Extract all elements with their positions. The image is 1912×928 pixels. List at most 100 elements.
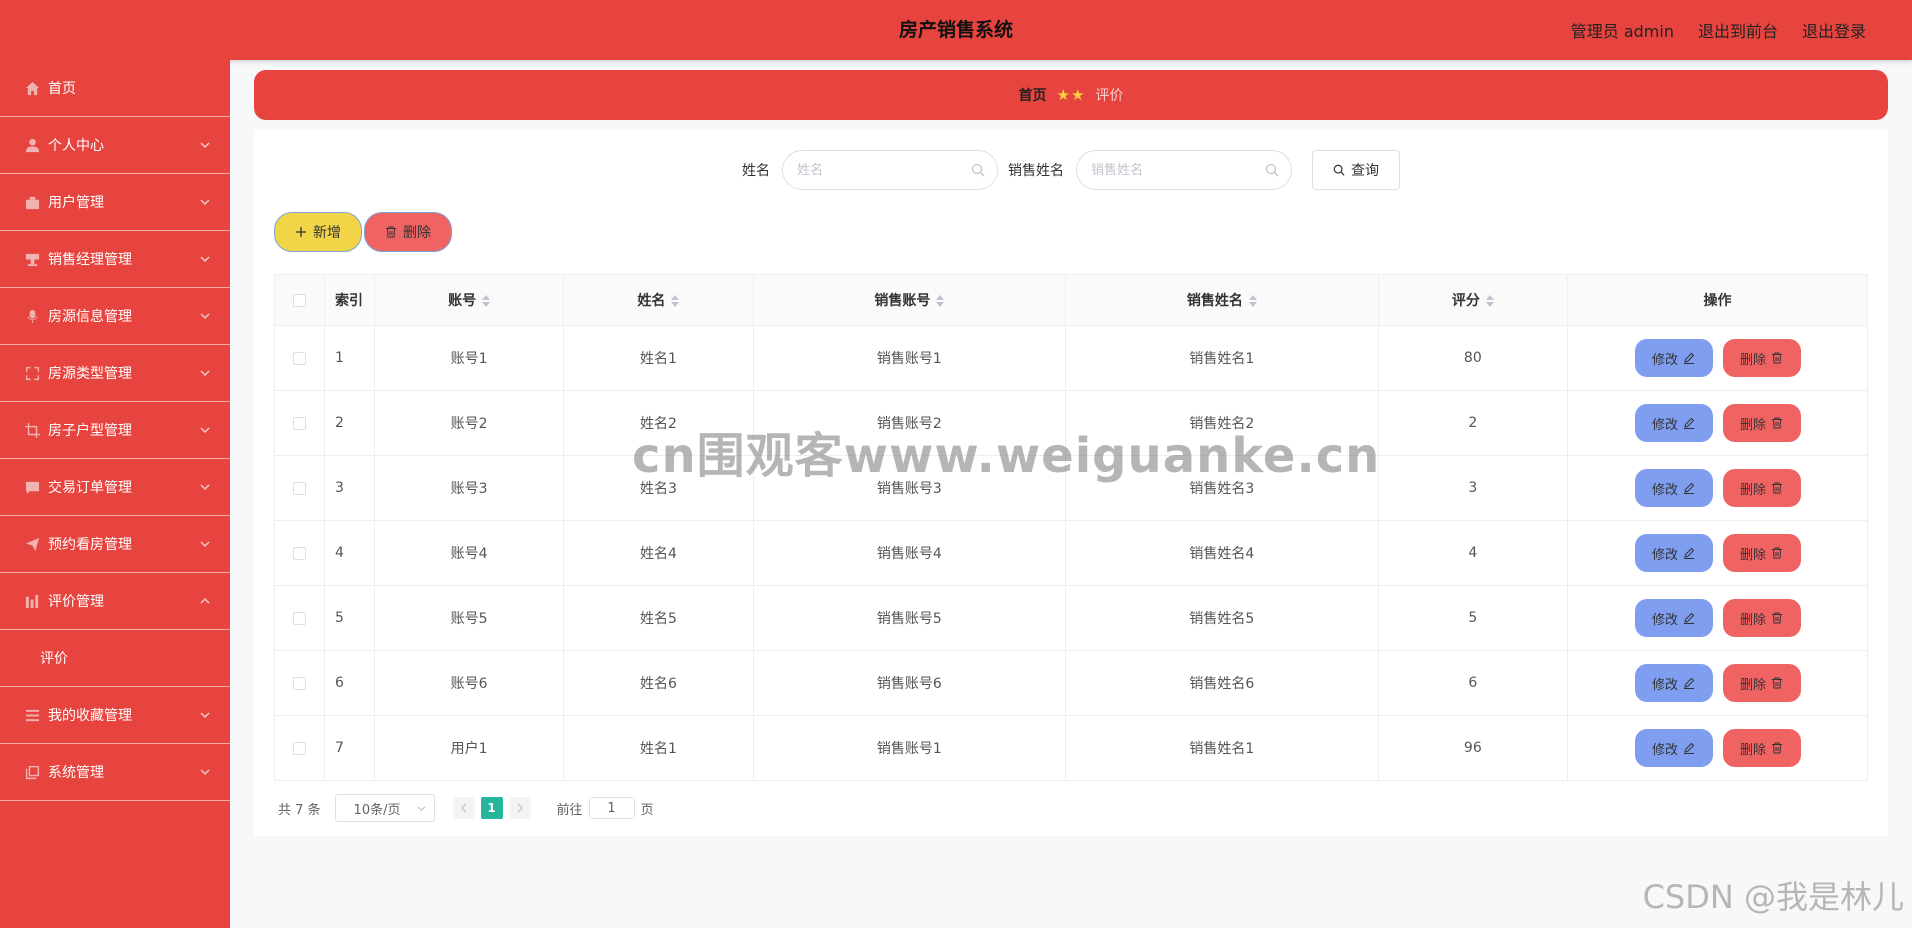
sort-icon[interactable] bbox=[1485, 294, 1494, 308]
edit-button[interactable]: 修改 bbox=[1634, 664, 1713, 702]
row-checkbox[interactable] bbox=[293, 416, 306, 430]
edit-button-label: 修改 bbox=[1651, 677, 1678, 693]
column-header-label: 姓名 bbox=[637, 293, 666, 309]
delete-row-button[interactable]: 删除 bbox=[1722, 534, 1801, 572]
row-checkbox[interactable] bbox=[293, 546, 306, 560]
chevron-down-icon bbox=[200, 366, 210, 377]
cell-actions: 修改 删除 bbox=[1567, 390, 1868, 456]
name-search-box bbox=[782, 150, 998, 190]
delete-row-button-label: 删除 bbox=[1739, 352, 1766, 368]
row-select-cell bbox=[274, 390, 325, 456]
edit-button[interactable]: 修改 bbox=[1634, 534, 1713, 572]
sidebar-item-orders[interactable]: 交易订单管理 bbox=[0, 459, 230, 516]
sidebar-subitem-review[interactable]: 评价 bbox=[0, 630, 230, 687]
pencil-icon bbox=[1684, 677, 1695, 689]
prev-page-button[interactable] bbox=[452, 797, 475, 819]
column-header-sales-account[interactable]: 销售账号 bbox=[752, 274, 1067, 326]
cell-sales-name: 销售姓名6 bbox=[1065, 650, 1379, 716]
name-label: 姓名 bbox=[742, 163, 770, 179]
table-row: 6 账号6 姓名6 销售账号6 销售姓名6 6 修改 删除 bbox=[274, 650, 1868, 716]
column-header-sales-name[interactable]: 销售姓名 bbox=[1065, 274, 1379, 326]
header-links: 管理员 admin 退出到前台 退出登录 bbox=[1571, 0, 1866, 60]
search-icon bbox=[1333, 164, 1345, 176]
sidebar-item-viewings[interactable]: 预约看房管理 bbox=[0, 516, 230, 573]
sidebar-item-users[interactable]: 用户管理 bbox=[0, 174, 230, 231]
name-search-input[interactable] bbox=[797, 151, 967, 189]
user-icon bbox=[24, 137, 40, 153]
cell-index: 2 bbox=[324, 390, 375, 456]
crop-icon bbox=[24, 422, 40, 438]
pagination: 共 7 条 10条/页 1 前往 页 bbox=[278, 794, 654, 822]
column-header-score[interactable]: 评分 bbox=[1377, 274, 1569, 326]
edit-button[interactable]: 修改 bbox=[1634, 729, 1713, 767]
sort-icon[interactable] bbox=[1248, 294, 1257, 308]
search-icon bbox=[1265, 163, 1279, 177]
page-size-value: 10条/页 bbox=[353, 802, 401, 818]
sidebar-item-system[interactable]: 系统管理 bbox=[0, 744, 230, 801]
cell-sales-name: 销售姓名1 bbox=[1065, 325, 1379, 391]
goto-suffix: 页 bbox=[640, 802, 654, 818]
edit-button[interactable]: 修改 bbox=[1634, 469, 1713, 507]
table-row: 5 账号5 姓名5 销售账号5 销售姓名5 5 修改 删除 bbox=[274, 585, 1868, 651]
column-header-label: 账号 bbox=[448, 293, 477, 309]
chevron-right-icon bbox=[517, 803, 523, 813]
cell-name: 姓名5 bbox=[563, 585, 754, 651]
delete-row-button[interactable]: 删除 bbox=[1722, 599, 1801, 637]
sales-name-search-input[interactable] bbox=[1091, 151, 1261, 189]
cell-actions: 修改 删除 bbox=[1567, 325, 1868, 391]
sales-name-search-box bbox=[1076, 150, 1292, 190]
page-number-button[interactable]: 1 bbox=[480, 797, 503, 819]
edit-button[interactable]: 修改 bbox=[1634, 404, 1713, 442]
delete-row-button[interactable]: 删除 bbox=[1722, 664, 1801, 702]
edit-button[interactable]: 修改 bbox=[1634, 599, 1713, 637]
logout-link[interactable]: 退出登录 bbox=[1802, 18, 1866, 42]
sort-icon[interactable] bbox=[936, 294, 945, 308]
page-size-select[interactable]: 10条/页 bbox=[334, 794, 435, 822]
cell-actions: 修改 删除 bbox=[1567, 585, 1868, 651]
delete-row-button[interactable]: 删除 bbox=[1722, 339, 1801, 377]
edit-button[interactable]: 修改 bbox=[1634, 339, 1713, 377]
sidebar-item-favorites[interactable]: 我的收藏管理 bbox=[0, 687, 230, 744]
sidebar-item-floor-plans[interactable]: 房子户型管理 bbox=[0, 402, 230, 459]
sidebar-item-profile[interactable]: 个人中心 bbox=[0, 117, 230, 174]
list-icon bbox=[24, 707, 40, 723]
goto-page-input[interactable] bbox=[588, 797, 635, 819]
sidebar-item-label: 房源类型管理 bbox=[48, 366, 132, 382]
select-all-checkbox[interactable] bbox=[293, 293, 306, 307]
cell-name: 姓名1 bbox=[563, 325, 754, 391]
sort-icon[interactable] bbox=[482, 294, 491, 308]
query-button-label: 查询 bbox=[1351, 163, 1379, 179]
cell-index: 4 bbox=[324, 520, 375, 586]
sidebar-item-home[interactable]: 首页 bbox=[0, 60, 230, 117]
fullscreen-icon bbox=[24, 365, 40, 381]
row-checkbox[interactable] bbox=[293, 611, 306, 625]
column-header-name[interactable]: 姓名 bbox=[563, 274, 754, 326]
delete-row-button[interactable]: 删除 bbox=[1722, 729, 1801, 767]
add-button[interactable]: 新增 bbox=[274, 212, 362, 252]
column-header-account[interactable]: 账号 bbox=[373, 274, 565, 326]
chevron-up-icon bbox=[200, 594, 210, 604]
breadcrumb-home[interactable]: 首页 bbox=[1019, 85, 1047, 105]
chevron-down-icon bbox=[200, 537, 210, 548]
sidebar-item-listings[interactable]: 房源信息管理 bbox=[0, 288, 230, 345]
row-checkbox[interactable] bbox=[293, 676, 306, 690]
row-checkbox[interactable] bbox=[293, 351, 306, 365]
cell-sales-account: 销售账号1 bbox=[752, 325, 1067, 391]
current-user-label: 管理员 admin bbox=[1570, 22, 1674, 41]
sidebar-item-sales-managers[interactable]: 销售经理管理 bbox=[0, 231, 230, 288]
delete-row-button[interactable]: 删除 bbox=[1722, 404, 1801, 442]
query-button[interactable]: 查询 bbox=[1312, 150, 1400, 190]
sort-icon[interactable] bbox=[671, 294, 680, 308]
trash-icon bbox=[1772, 677, 1782, 689]
cell-index: 7 bbox=[324, 715, 375, 781]
row-checkbox[interactable] bbox=[293, 481, 306, 495]
next-page-button[interactable] bbox=[508, 797, 531, 819]
breadcrumb-separator-star-icon: ★★ bbox=[1056, 86, 1086, 104]
batch-delete-button[interactable]: 删除 bbox=[364, 212, 452, 252]
row-checkbox[interactable] bbox=[293, 741, 306, 755]
edit-button-label: 修改 bbox=[1651, 417, 1678, 433]
sidebar-item-reviews[interactable]: 评价管理 bbox=[0, 573, 230, 630]
delete-row-button[interactable]: 删除 bbox=[1722, 469, 1801, 507]
back-to-front-link[interactable]: 退出到前台 bbox=[1698, 18, 1778, 42]
sidebar-item-listing-types[interactable]: 房源类型管理 bbox=[0, 345, 230, 402]
